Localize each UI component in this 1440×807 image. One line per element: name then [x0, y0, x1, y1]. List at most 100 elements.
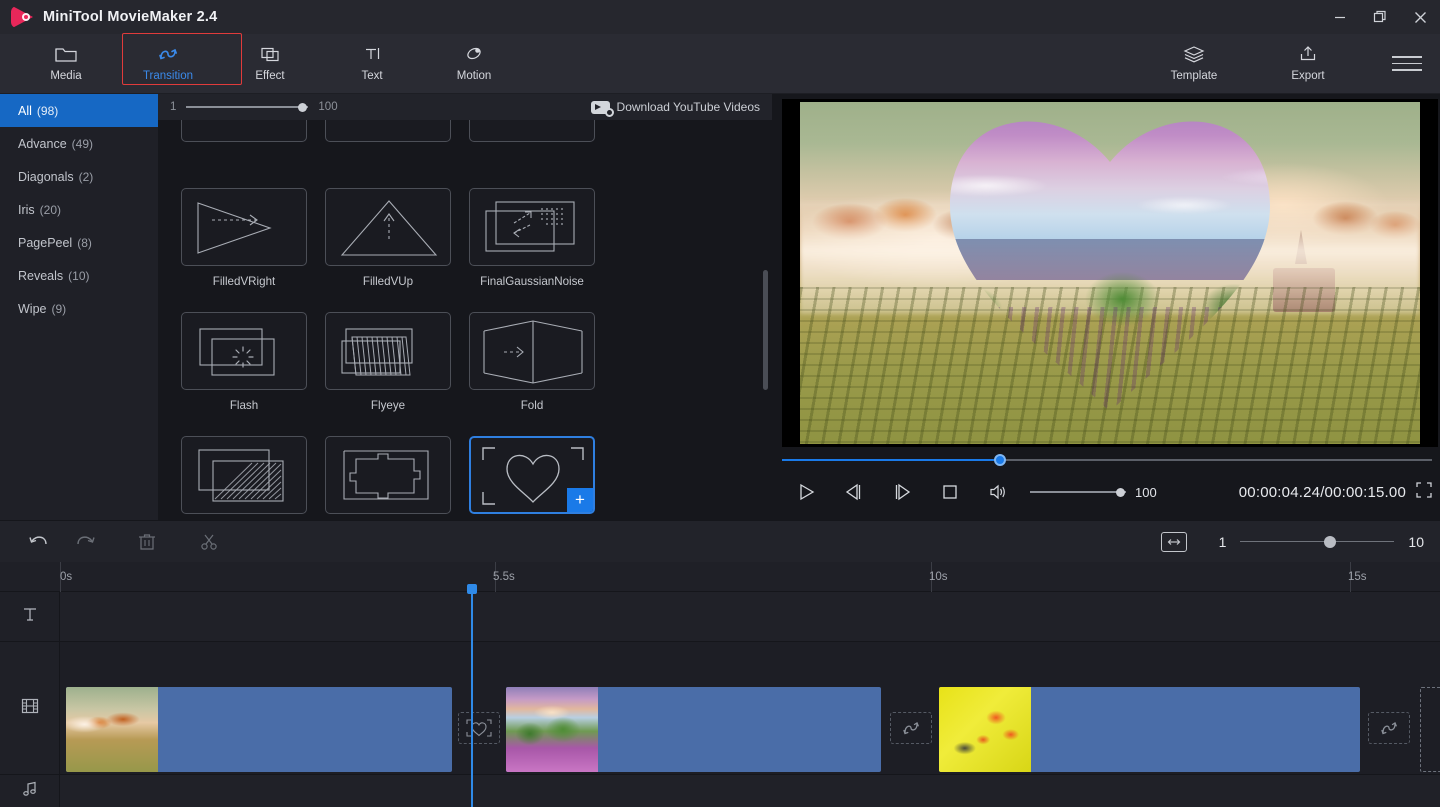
previous-frame-button[interactable]: [830, 475, 878, 509]
tab-effect[interactable]: Effect: [224, 37, 316, 91]
tab-template[interactable]: Template: [1148, 37, 1240, 91]
tab-media[interactable]: Media: [20, 37, 112, 91]
playhead[interactable]: [471, 584, 473, 807]
timeline-ruler[interactable]: 0s 5.5s 10s 15s: [0, 562, 1440, 592]
clip-hummingbird[interactable]: [939, 687, 1360, 772]
title-bar: MiniTool MovieMaker 2.4: [0, 0, 1440, 34]
sidebar-item-count: (49): [72, 137, 93, 151]
progress-knob[interactable]: [994, 454, 1006, 466]
sidebar-item-label: Wipe: [18, 302, 46, 316]
transition-marker-swirl[interactable]: [1368, 712, 1410, 744]
sidebar-item-pagepeel[interactable]: PagePeel (8): [0, 226, 158, 259]
text-track-header[interactable]: [0, 592, 60, 641]
thumb-zoom-slider[interactable]: [186, 100, 308, 114]
flash-icon: [181, 312, 307, 390]
tab-text[interactable]: Text: [326, 37, 418, 91]
sidebar-item-diagonals[interactable]: Diagonals (2): [0, 160, 158, 193]
tab-motion[interactable]: Motion: [428, 37, 520, 91]
maximize-button[interactable]: [1360, 0, 1400, 34]
video-track[interactable]: [0, 642, 1440, 775]
transition-item-finalgaussiannoise[interactable]: FinalGaussianNoise: [460, 182, 604, 306]
speaker-icon[interactable]: [974, 475, 1022, 509]
transition-item-filledvup[interactable]: FilledVUp: [316, 182, 460, 306]
thumb-zoom-min-label: 1: [170, 101, 176, 113]
tab-transition[interactable]: Transition: [122, 37, 214, 91]
sidebar-item-iris[interactable]: Iris (20): [0, 193, 158, 226]
redo-icon[interactable]: [66, 527, 104, 557]
clip-thumbnail: [506, 687, 598, 772]
motion-icon: [462, 44, 486, 67]
add-transition-button[interactable]: +: [567, 488, 593, 512]
tab-effect-label: Effect: [255, 71, 284, 83]
audio-track-header[interactable]: [0, 775, 60, 807]
undo-icon[interactable]: [20, 527, 58, 557]
transition-item[interactable]: [460, 120, 604, 182]
sidebar-item-reveals[interactable]: Reveals (10): [0, 259, 158, 292]
sidebar-item-count: (9): [51, 302, 66, 316]
playhead-handle[interactable]: [467, 584, 477, 594]
transition-icon: [156, 44, 180, 67]
text-track-body[interactable]: [60, 592, 1440, 641]
transition-item-flash[interactable]: Flash: [172, 306, 316, 430]
fullscreen-icon[interactable]: [1416, 482, 1432, 503]
next-frame-button[interactable]: [878, 475, 926, 509]
transition-category-sidebar: All (98) Advance (49) Diagonals (2) Iris…: [0, 94, 158, 520]
timeline-zoom-slider[interactable]: [1240, 535, 1394, 549]
timeline-toolbar: 1 10: [0, 520, 1440, 562]
transition-browser: 1 100 Download YouTube Videos: [158, 94, 772, 520]
main-toolbar: Media Transition: [0, 34, 1440, 94]
preview-progress-slider[interactable]: [782, 452, 1432, 468]
transition-grid-scrollbar[interactable]: [763, 270, 768, 390]
tab-media-label: Media: [50, 71, 81, 83]
video-track-header[interactable]: [0, 642, 60, 774]
browser-toolbar: 1 100 Download YouTube Videos: [158, 94, 772, 120]
app-title: MiniTool MovieMaker 2.4: [43, 9, 217, 25]
ruler-label: 0s: [60, 571, 72, 583]
transition-grid: FilledVRight FilledVUp: [158, 120, 772, 520]
transition-label: FilledVUp: [363, 275, 413, 288]
audio-track-body[interactable]: [60, 775, 1440, 807]
heart-icon: +: [469, 436, 595, 514]
export-button[interactable]: Export: [1262, 37, 1354, 91]
clip-autumn-vineyard[interactable]: [66, 687, 452, 772]
sidebar-item-all[interactable]: All (98): [0, 94, 158, 127]
transition-item[interactable]: [316, 120, 460, 182]
download-youtube-videos-button[interactable]: Download YouTube Videos: [591, 100, 760, 114]
transition-item-glitchmemories[interactable]: GlitchMemories: [316, 430, 460, 520]
volume-slider[interactable]: [1030, 485, 1126, 499]
thumb-zoom-max-label: 100: [318, 101, 337, 113]
transition-item-filledvright[interactable]: FilledVRight: [172, 182, 316, 306]
stop-button[interactable]: [926, 475, 974, 509]
transition-item-fold[interactable]: Fold: [460, 306, 604, 430]
transition-item-heart[interactable]: + Heart: [460, 430, 604, 520]
close-button[interactable]: [1400, 0, 1440, 34]
transition-marker-swirl[interactable]: [890, 712, 932, 744]
transition-item-glitchdisplace[interactable]: GlitchDisplace: [172, 430, 316, 520]
clip-drop-zone[interactable]: [1420, 687, 1440, 772]
sidebar-item-count: (20): [40, 203, 61, 217]
play-button[interactable]: [782, 475, 830, 509]
scissors-icon[interactable]: [190, 527, 228, 557]
preview-scene: [800, 102, 1420, 444]
transition-grid-scroll[interactable]: FilledVRight FilledVUp: [158, 120, 772, 520]
transition-label: Flash: [230, 399, 258, 412]
video-track-body[interactable]: [60, 642, 1440, 774]
sidebar-item-wipe[interactable]: Wipe (9): [0, 292, 158, 325]
timeline-zoom-min-label: 1: [1219, 534, 1227, 550]
text-track[interactable]: [0, 592, 1440, 642]
transition-marker-heart[interactable]: [458, 712, 500, 744]
transition-item[interactable]: [172, 120, 316, 182]
hamburger-icon[interactable]: [1392, 53, 1422, 75]
transition-label: Fold: [521, 399, 544, 412]
minimize-button[interactable]: [1320, 0, 1360, 34]
transition-label: FinalGaussianNoise: [480, 275, 584, 288]
clip-lavender-field[interactable]: [506, 687, 881, 772]
sidebar-item-advance[interactable]: Advance (49): [0, 127, 158, 160]
fit-to-screen-icon[interactable]: [1161, 532, 1187, 552]
trash-icon[interactable]: [128, 527, 166, 557]
transition-item-flyeye[interactable]: Flyeye: [316, 306, 460, 430]
audio-track[interactable]: [0, 775, 1440, 807]
timeline-zoom-max-label: 10: [1408, 534, 1424, 550]
youtube-icon: [591, 101, 610, 114]
filled-v-right-icon: [181, 188, 307, 266]
